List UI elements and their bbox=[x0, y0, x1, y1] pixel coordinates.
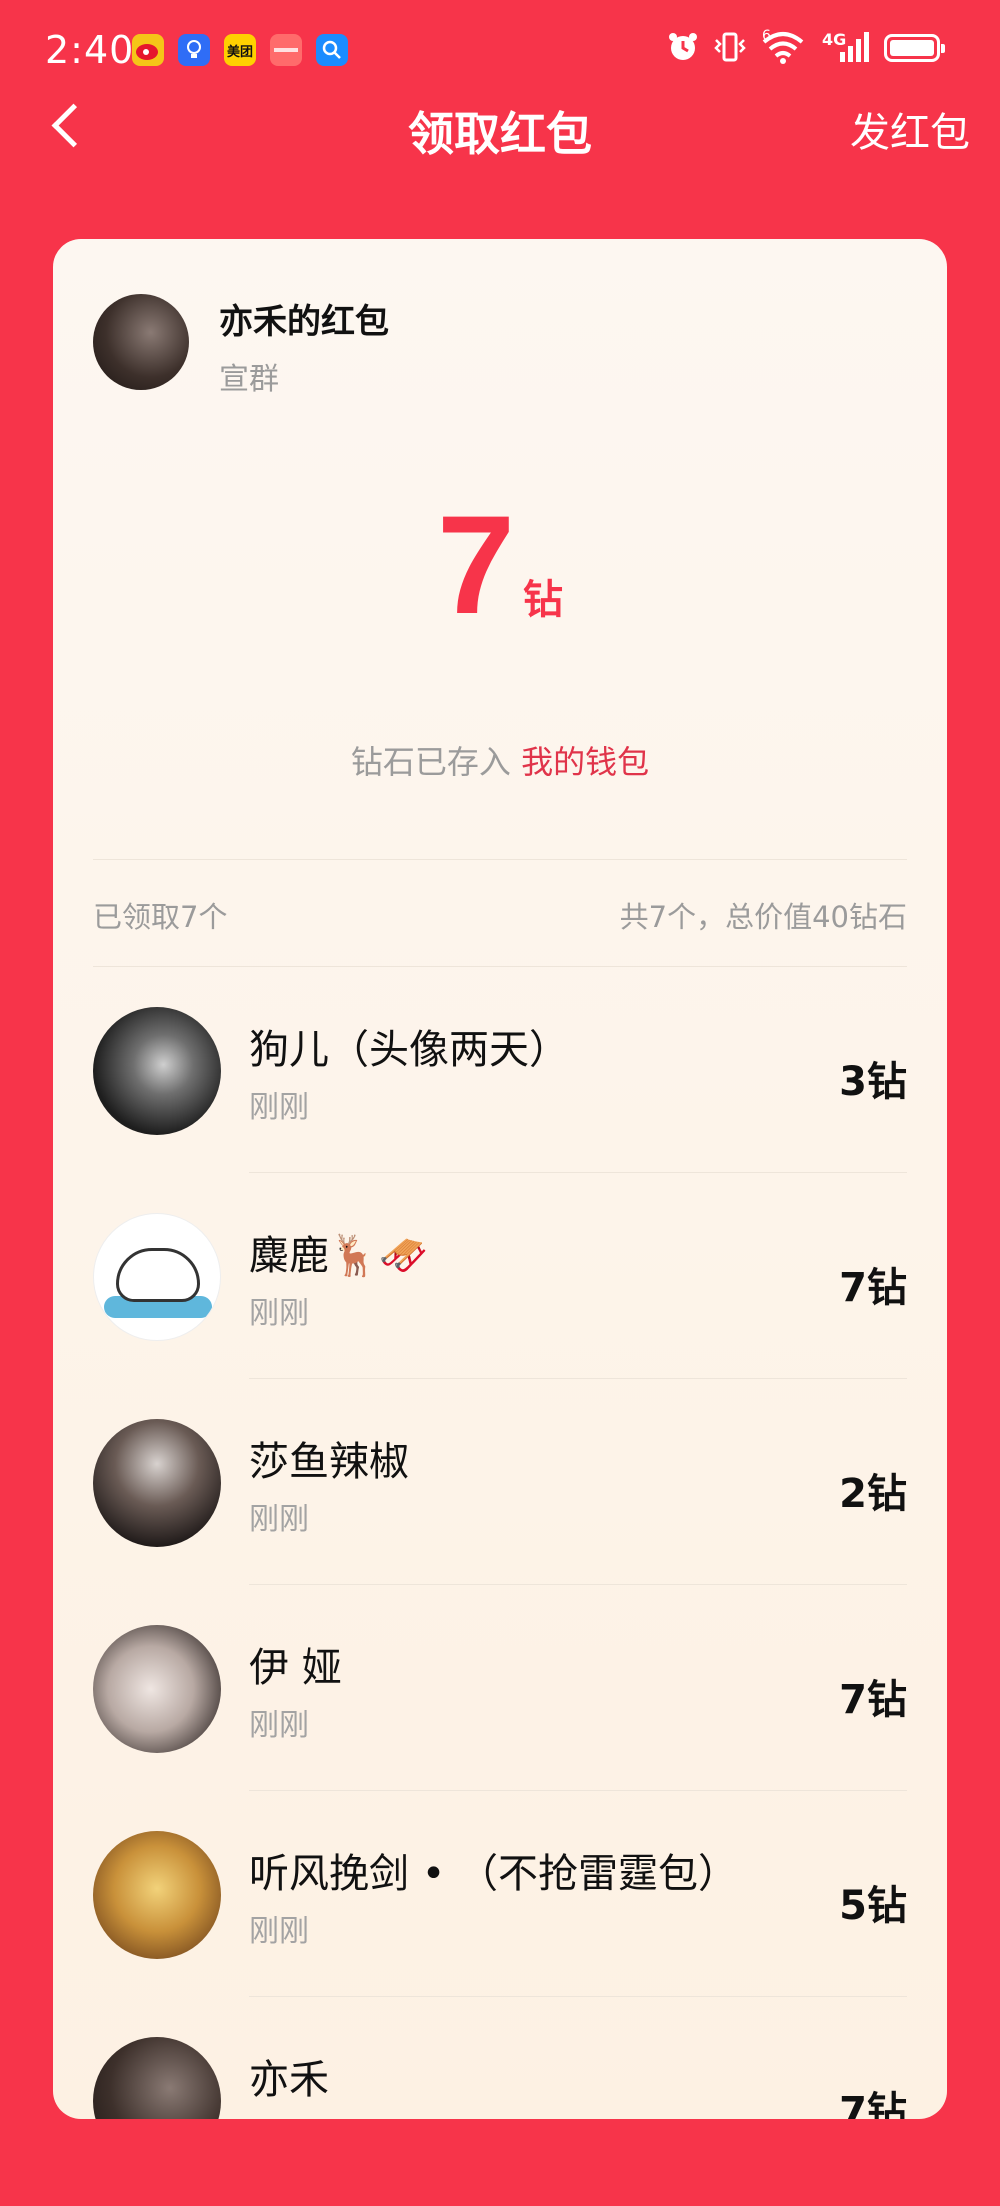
recipient-name: 听风挽剑 • （不抢雷霆包） bbox=[249, 1851, 739, 1897]
list-item[interactable]: 伊 娅 刚刚 7钻 bbox=[53, 1585, 947, 1791]
recipient-name: 麋鹿🦌🛷 bbox=[249, 1233, 429, 1279]
recipient-name: 伊 娅 bbox=[249, 1645, 342, 1691]
avatar[interactable] bbox=[93, 1213, 221, 1341]
status-time: 2:40 bbox=[45, 28, 135, 72]
divider bbox=[93, 859, 907, 860]
claim-time: 刚刚 bbox=[249, 1708, 309, 1743]
signal-icon bbox=[826, 30, 870, 71]
sender-name: 亦禾的红包 bbox=[219, 302, 389, 342]
claim-time: 刚刚 bbox=[249, 1914, 309, 1949]
claim-amount: 2钻 bbox=[839, 1471, 907, 1517]
huawei-icon bbox=[270, 34, 302, 66]
status-bar: 2:40 美团 6 4G bbox=[0, 0, 1000, 100]
list-item[interactable]: 亦禾 7钻 bbox=[53, 1997, 947, 2119]
list-item[interactable]: 麋鹿🦌🛷 刚刚 7钻 bbox=[53, 1173, 947, 1379]
amount-unit: 钻 bbox=[522, 577, 563, 623]
total-summary: 共7个，总价值40钻石 bbox=[619, 900, 907, 934]
alarm-icon bbox=[666, 30, 700, 71]
bulb-icon bbox=[178, 34, 210, 66]
claim-amount: 7钻 bbox=[839, 1677, 907, 1723]
wallet-note: 钻石已存入 我的钱包 bbox=[53, 737, 947, 783]
avatar-art bbox=[116, 1248, 200, 1302]
claim-amount: 3钻 bbox=[839, 1059, 907, 1105]
recipient-name: 狗儿（头像两天） bbox=[249, 1027, 569, 1073]
claim-time: 刚刚 bbox=[249, 1502, 309, 1537]
claim-amount: 7钻 bbox=[839, 1265, 907, 1311]
header: 领取红包 发红包 bbox=[0, 90, 1000, 161]
claimed-count: 已领取7个 bbox=[93, 900, 228, 934]
weibo-icon bbox=[132, 34, 164, 66]
group-name: 宣群 bbox=[219, 362, 279, 397]
recipient-name: 亦禾 bbox=[249, 2057, 329, 2103]
search-app-icon bbox=[316, 34, 348, 66]
red-packet-card: 亦禾的红包 宣群 7钻 钻石已存入 我的钱包 已领取7个 共7个，总价值40钻石… bbox=[53, 239, 947, 2119]
list-item[interactable]: 听风挽剑 • （不抢雷霆包） 刚刚 5钻 bbox=[53, 1791, 947, 1997]
claim-amount: 7钻 bbox=[839, 2089, 907, 2119]
recipient-name: 莎鱼辣椒 bbox=[249, 1439, 409, 1485]
received-amount: 7钻 bbox=[53, 484, 947, 646]
list-item[interactable]: 狗儿（头像两天） 刚刚 3钻 bbox=[53, 967, 947, 1173]
avatar[interactable] bbox=[93, 1831, 221, 1959]
avatar[interactable] bbox=[93, 1419, 221, 1547]
claim-amount: 5钻 bbox=[839, 1883, 907, 1929]
claim-time: 刚刚 bbox=[249, 1296, 309, 1331]
vibrate-icon bbox=[712, 30, 748, 71]
battery-icon bbox=[884, 34, 945, 62]
meituan-icon: 美团 bbox=[224, 34, 256, 66]
sender-avatar[interactable] bbox=[93, 294, 189, 390]
wallet-prefix: 钻石已存入 bbox=[350, 743, 511, 781]
send-red-packet-button[interactable]: 发红包 bbox=[850, 100, 970, 158]
avatar[interactable] bbox=[93, 1007, 221, 1135]
my-wallet-link[interactable]: 我的钱包 bbox=[521, 743, 649, 781]
avatar[interactable] bbox=[93, 1625, 221, 1753]
amount-value: 7 bbox=[437, 486, 515, 643]
list-item[interactable]: 莎鱼辣椒 刚刚 2钻 bbox=[53, 1379, 947, 1585]
claim-time: 刚刚 bbox=[249, 1090, 309, 1125]
avatar[interactable] bbox=[93, 2037, 221, 2119]
wifi-label: 6 bbox=[762, 28, 771, 44]
